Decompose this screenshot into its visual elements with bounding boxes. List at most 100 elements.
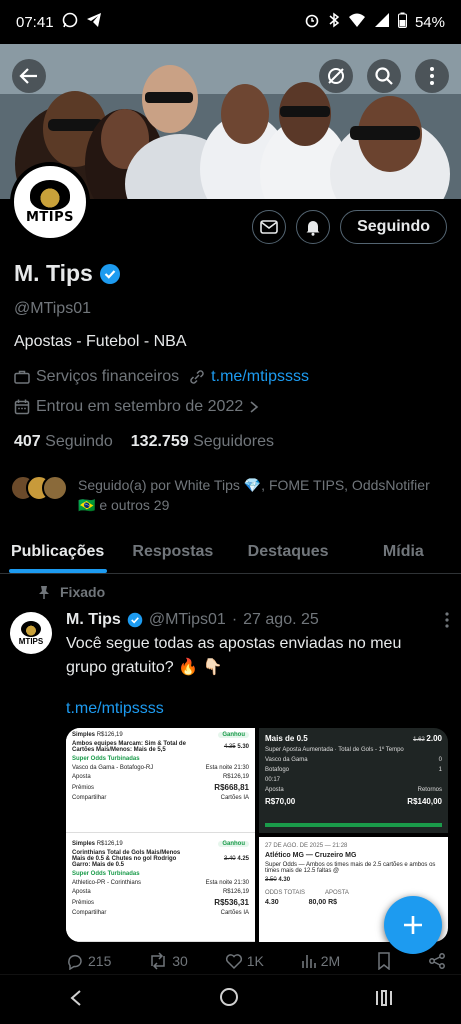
plus-icon (404, 916, 422, 934)
status-left: 07:41 (16, 12, 102, 32)
logo-mark-icon (30, 179, 70, 210)
like-button[interactable]: 1K (225, 952, 264, 970)
reply-count: 215 (88, 953, 112, 969)
media-left-column: Simples R$126,19 Ganhou Ambos equipes Mar… (66, 728, 255, 942)
slip2-time: Esta noite 21:30 (205, 880, 249, 886)
profile-category: Serviços financeiros (36, 368, 180, 385)
slip3-team2: Botafogo (265, 767, 290, 773)
bluetooth-icon (328, 12, 340, 32)
heart-icon (225, 954, 242, 970)
reply-button[interactable]: 215 (66, 952, 111, 970)
joined-row[interactable]: Entrou em setembro de 2022 (14, 398, 259, 416)
compose-button[interactable] (384, 896, 442, 954)
profile-link[interactable]: t.me/mtipssss (211, 368, 309, 386)
more-vertical-icon (445, 612, 449, 628)
analytics-icon (301, 955, 316, 968)
slip1-stake: R$126,19 (222, 774, 249, 780)
nav-back-button[interactable] (68, 987, 84, 1013)
following-stat[interactable]: 407 Seguindo (14, 433, 113, 451)
verified-badge-icon (127, 612, 143, 628)
slip1-time: Esta noite 21:30 (205, 765, 249, 771)
slip1-prize-label: Prêmios (72, 784, 95, 791)
repost-count: 30 (172, 953, 188, 969)
banner-toolbar (0, 58, 461, 94)
slip3-green-bar (265, 823, 442, 827)
slip2-odds: 4.25 (237, 856, 249, 862)
chevron-right-icon (250, 401, 259, 413)
back-button[interactable] (12, 59, 46, 93)
slip3-team1: Vasco da Gama (265, 757, 308, 763)
bookmark-icon (378, 952, 390, 970)
banner-right-actions (319, 59, 449, 93)
grok-button[interactable] (319, 59, 353, 93)
profile-meta-row: Serviços financeiros t.me/mtipssss (14, 368, 309, 386)
slip4-date: 27 DE AGO. DE 2025 — 21:28 (265, 843, 348, 849)
post-author-name[interactable]: M. Tips (66, 611, 121, 629)
views-button[interactable]: 2M (301, 953, 340, 969)
search-button[interactable] (367, 59, 401, 93)
like-count: 1K (246, 953, 264, 969)
slip1-odds-old: 4.35 (223, 744, 236, 750)
following-button[interactable]: Seguindo (340, 210, 447, 244)
followers-stat[interactable]: 132.759 Seguidores (131, 433, 274, 451)
message-button[interactable] (252, 210, 287, 244)
slip1-market: Ambos equipes Marcam: Sim & Total de Car… (72, 741, 186, 753)
bookmark-button[interactable] (377, 952, 391, 970)
tab-respostas[interactable]: Respostas (115, 530, 230, 573)
link-item: t.me/mtipssss (189, 368, 309, 386)
followed-by[interactable]: Seguido(a) por White Tips 💎, FOME TIPS, … (10, 475, 450, 515)
slip1-status: Ganhou (218, 732, 249, 738)
tab-midia[interactable]: Mídia (346, 530, 461, 573)
share-button[interactable] (428, 952, 446, 970)
signal-icon (374, 12, 390, 32)
verified-badge-icon[interactable] (99, 263, 121, 285)
post-actions: 215 30 1K 2M (66, 952, 446, 970)
search-icon (375, 67, 393, 85)
nav-recents-button[interactable] (374, 987, 394, 1013)
post-author-avatar[interactable]: MTIPS (10, 612, 52, 654)
reply-icon (68, 954, 82, 970)
category-item: Serviços financeiros (14, 368, 179, 386)
post-link[interactable]: t.me/mtipssss (66, 700, 164, 718)
bell-icon (306, 221, 320, 236)
slip3-sub: Total de Gols - 1º Tempo (338, 747, 404, 753)
bet-slip-3[interactable]: Mais de 0.5 1.62 2.00 Super Aposta Aument… (259, 728, 448, 833)
slip1-type: Simples (72, 732, 96, 738)
slip3-score2: 1 (438, 767, 442, 773)
nav-home-button[interactable] (219, 987, 239, 1013)
notifications-button[interactable] (296, 210, 331, 244)
slip2-share: Compartilhar (72, 910, 107, 916)
chevron-left-icon (69, 989, 81, 1006)
avatar (42, 475, 68, 501)
slip1-prize: R$668,81 (214, 783, 249, 792)
slip2-odds-old: 3.40 (223, 856, 236, 862)
slip4-match: Atlético MG — Cruzeiro MG (265, 852, 357, 859)
slip2-type: Simples (72, 841, 96, 847)
system-nav-bar (0, 974, 461, 1024)
slip3-stake: R$70,00 (265, 797, 296, 806)
status-bar: 07:41 54% (0, 0, 461, 44)
bet-slip-1[interactable]: Simples R$126,19 Ganhou Ambos equipes Mar… (66, 728, 255, 833)
post-date[interactable]: 27 ago. 25 (243, 611, 319, 629)
profile-joined: Entrou em setembro de 2022 (36, 398, 244, 415)
slip1-stake-top: R$126,19 (96, 732, 123, 738)
arrow-left-icon (19, 68, 37, 84)
slip3-market: Mais de 0.5 (265, 734, 308, 743)
post-more-button[interactable] (445, 612, 449, 633)
slip3-odds-old: 1.62 (413, 737, 425, 743)
slip1-boost: Super Odds Turbinadas (72, 756, 140, 762)
profile-actions: Seguindo (252, 210, 447, 244)
followed-by-avatars (10, 475, 68, 501)
home-circle-icon (219, 987, 238, 1006)
bet-slip-2[interactable]: Simples R$126,19 Ganhou Corinthians Total… (66, 837, 255, 942)
profile-avatar[interactable]: MTIPS (10, 162, 90, 242)
slip2-stake: R$126,19 (222, 889, 249, 895)
post-author-handle[interactable]: @MTips01 (149, 611, 226, 629)
following-count: 407 (14, 433, 41, 450)
more-options-button[interactable] (415, 59, 449, 93)
slip2-prize-label: Prêmios (72, 899, 95, 906)
repost-button[interactable]: 30 (148, 952, 188, 970)
tab-destaques[interactable]: Destaques (231, 530, 346, 573)
pinned-label: Fixado (38, 584, 105, 600)
tab-publicacoes[interactable]: Publicações (0, 530, 115, 573)
